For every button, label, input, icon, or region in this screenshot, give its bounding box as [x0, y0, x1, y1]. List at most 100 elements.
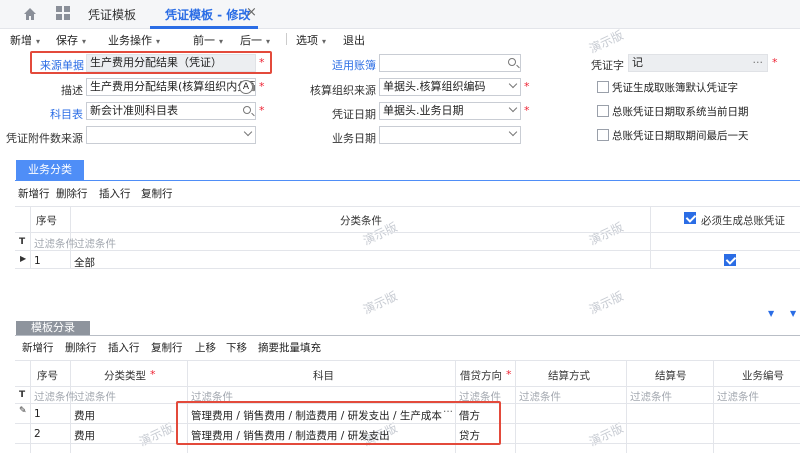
edit-pencil-icon: ✎	[19, 406, 27, 416]
collapse-icon[interactable]: ▼	[768, 309, 774, 318]
table-row-type[interactable]: 费用	[74, 408, 95, 423]
column-header-biz-no: 业务编号	[742, 370, 784, 382]
add-row-button[interactable]: 新增行	[22, 340, 54, 355]
grid-line	[626, 360, 627, 453]
tab-voucher-template[interactable]: 凭证模板	[88, 6, 136, 23]
chevron-down-icon: ▾	[266, 37, 271, 46]
exit-button[interactable]: 退出	[343, 32, 365, 48]
toolbar-divider	[286, 33, 287, 45]
grid-line	[650, 206, 651, 268]
table-row-seq: 1	[34, 255, 41, 267]
column-header-seq: 序号	[36, 215, 57, 227]
grid-line	[15, 206, 800, 207]
copy-row-button[interactable]: 复制行	[151, 340, 183, 355]
business-date-select[interactable]	[379, 126, 521, 144]
close-tab-icon[interactable]: ×	[246, 5, 257, 20]
delete-row-button[interactable]: 删除行	[56, 186, 88, 201]
home-icon[interactable]	[22, 6, 38, 22]
grid-line	[15, 386, 800, 387]
grid-line	[15, 232, 800, 233]
grid-line	[713, 360, 714, 453]
more-icon[interactable]: ···	[753, 55, 764, 71]
multilang-icon[interactable]: A	[239, 80, 253, 94]
attachment-source-select[interactable]	[86, 126, 256, 144]
batch-fill-summary-button[interactable]: 摘要批量填充	[258, 340, 321, 355]
filter-icon[interactable]: T	[19, 237, 25, 247]
add-row-button[interactable]: 新增行	[18, 186, 50, 201]
checkbox-default-voucher-word[interactable]	[597, 81, 609, 93]
source-doc-field[interactable]: 生产费用分配结果（凭证）	[86, 54, 256, 72]
ledger-field[interactable]	[379, 54, 521, 72]
voucher-word-label: 凭证字	[591, 59, 624, 72]
required-mark: *	[259, 56, 265, 69]
description-field[interactable]: 生产费用分配结果(核算组织内分配) A	[86, 78, 256, 96]
filter-settle-no[interactable]: 过滤条件	[630, 389, 672, 404]
search-icon[interactable]	[508, 58, 516, 66]
chevron-down-icon: ▾	[219, 37, 224, 46]
column-header-condition: 分类条件	[340, 215, 382, 227]
required-mark: *	[772, 56, 778, 69]
collapse-icon[interactable]: ▼	[790, 309, 796, 318]
required-mark: *	[259, 80, 265, 93]
grid-line	[30, 360, 31, 453]
ledger-label: 适用账簿	[332, 59, 376, 72]
grid-line	[15, 360, 800, 361]
save-button[interactable]: 保存 ▾	[56, 32, 86, 48]
chevron-down-icon: ▾	[322, 37, 327, 46]
section-divider	[15, 335, 800, 336]
filter-settle-method[interactable]: 过滤条件	[519, 389, 561, 404]
filter-biz-no[interactable]: 过滤条件	[717, 389, 759, 404]
org-source-select[interactable]: 单据头.核算组织编码	[379, 78, 521, 96]
insert-row-button[interactable]: 插入行	[108, 340, 140, 355]
next-button[interactable]: 后一 ▾	[240, 32, 270, 48]
subject-table-label: 科目表	[50, 108, 83, 121]
grid-line	[15, 250, 800, 251]
filter-seq[interactable]: 过滤条件	[34, 389, 76, 404]
table-row-condition[interactable]: 全部	[74, 255, 95, 270]
search-icon[interactable]	[243, 106, 251, 114]
filter-type[interactable]: 过滤条件	[74, 389, 116, 404]
insert-row-button[interactable]: 插入行	[99, 186, 131, 201]
filter-icon[interactable]: T	[19, 390, 25, 400]
description-label: 描述	[61, 84, 83, 97]
must-generate-checkbox[interactable]	[724, 254, 736, 266]
source-doc-label: 来源单据	[40, 59, 84, 72]
select-all-checkbox[interactable]	[684, 212, 696, 224]
chevron-down-icon: ▾	[156, 37, 161, 46]
tab-business-classification[interactable]: 业务分类	[16, 160, 84, 180]
options-button[interactable]: 选项 ▾	[296, 32, 326, 48]
copy-row-button[interactable]: 复制行	[141, 186, 173, 201]
tab-voucher-template-edit[interactable]: 凭证模板 - 修改	[165, 6, 250, 23]
checkbox-label: 凭证生成取账簿默认凭证字	[612, 82, 738, 94]
chevron-down-icon	[508, 103, 518, 113]
filter-seq[interactable]: 过滤条件	[34, 236, 76, 251]
required-mark: *	[506, 368, 512, 381]
move-up-button[interactable]: 上移	[195, 340, 216, 355]
move-down-button[interactable]: 下移	[226, 340, 247, 355]
column-header-subject: 科目	[313, 370, 334, 382]
checkbox-system-date[interactable]	[597, 105, 609, 117]
org-source-label: 核算组织来源	[310, 84, 376, 97]
subject-table-field[interactable]: 新会计准则科目表	[86, 102, 256, 120]
attachment-source-label: 凭证附件数来源	[6, 132, 83, 145]
grid-line	[515, 360, 516, 453]
tab-template-entries[interactable]: 模板分录	[16, 321, 90, 335]
watermark: 演示版	[586, 288, 626, 317]
business-ops-button[interactable]: 业务操作 ▾	[108, 32, 160, 48]
new-button[interactable]: 新增 ▾	[10, 32, 40, 48]
filter-condition[interactable]: 过滤条件	[74, 236, 116, 251]
table-row-type[interactable]: 费用	[74, 428, 95, 443]
app-grid-icon[interactable]	[56, 6, 70, 20]
voucher-word-field[interactable]: 记 ···	[628, 54, 768, 72]
column-header-must-generate: 必须生成总账凭证	[701, 215, 785, 227]
required-mark: *	[524, 104, 530, 117]
delete-row-button[interactable]: 删除行	[65, 340, 97, 355]
highlight-box	[176, 401, 501, 445]
voucher-date-select[interactable]: 单据头.业务日期	[379, 102, 521, 120]
column-header-type: 分类类型	[104, 370, 146, 382]
required-mark: *	[524, 80, 530, 93]
grid-line	[15, 268, 800, 269]
chevron-down-icon	[243, 127, 253, 137]
prev-button[interactable]: 前一 ▾	[193, 32, 223, 48]
checkbox-period-last-day[interactable]	[597, 129, 609, 141]
